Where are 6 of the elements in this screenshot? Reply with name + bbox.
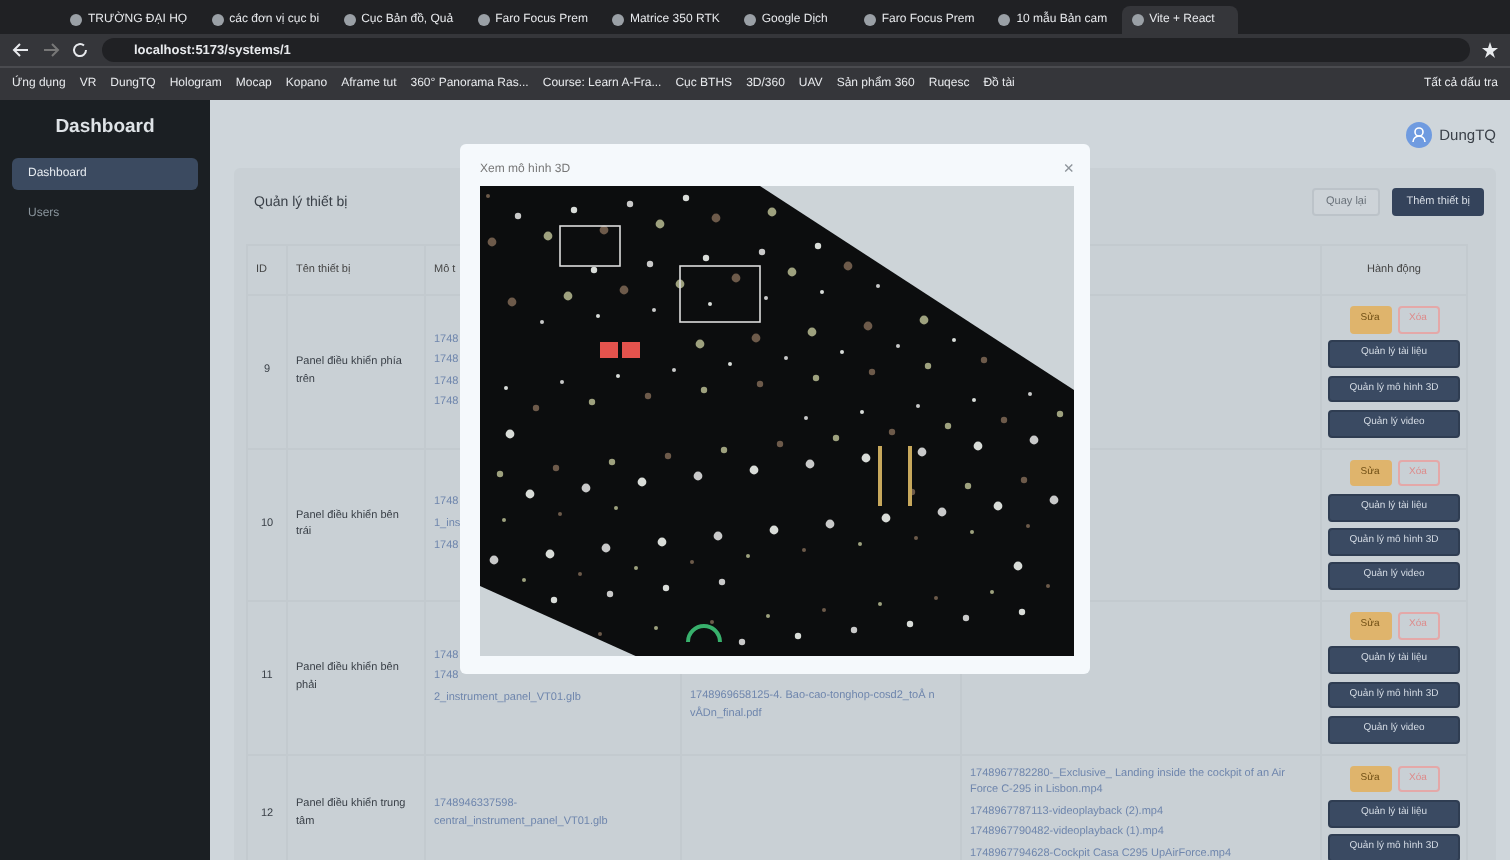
user-avatar-icon <box>1405 121 1432 147</box>
back-arrow-icon <box>12 42 30 58</box>
reload-icon <box>72 42 90 58</box>
star-icon <box>1482 42 1498 58</box>
forward-arrow-icon <box>42 42 60 58</box>
sidebar-title: Dashboard <box>53 116 157 138</box>
